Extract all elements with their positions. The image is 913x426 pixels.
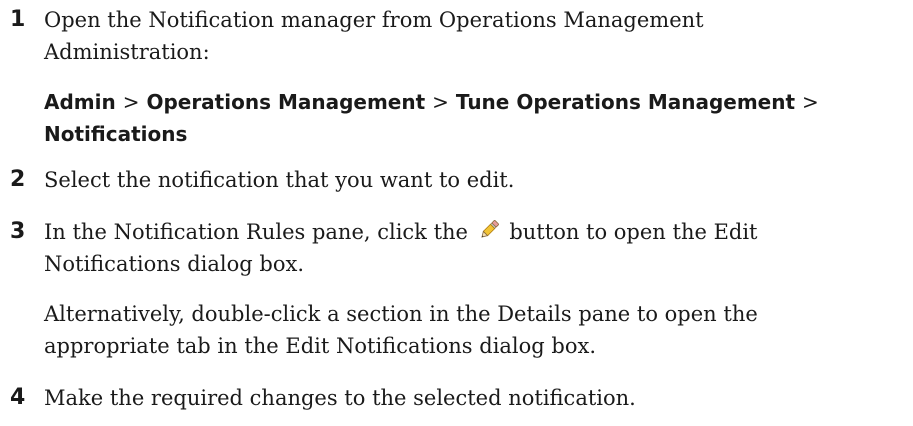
procedure-document: 1 Open the Notification manager from Ope… [0, 0, 913, 426]
step-text-line: Administration: [44, 40, 210, 64]
step-text: Open the Notification manager from Opera… [44, 4, 864, 68]
menu-path-separator: > [122, 90, 140, 114]
step-text: In the Notification Rules pane, click th… [44, 216, 864, 280]
paragraph-line: Alternatively, double-click a section in… [44, 302, 758, 326]
step-text: Select the notification that you want to… [44, 168, 515, 192]
menu-path-separator: > [802, 90, 819, 114]
step-text-before-icon: In the Notification Rules pane, click th… [44, 220, 468, 244]
step-number: 3 [10, 219, 26, 244]
menu-path-item-tune-operations-management: Tune Operations Management [455, 90, 796, 114]
step-number: 4 [10, 385, 26, 410]
menu-path-item-operations-management: Operations Management [146, 90, 426, 114]
paragraph-line: appropriate tab in the Edit Notification… [44, 334, 597, 358]
pencil-edit-icon [481, 220, 499, 238]
menu-path: Admin > Operations Management > Tune Ope… [44, 86, 874, 150]
step-text-line: Notifications dialog box. [44, 252, 304, 276]
step-number: 2 [10, 167, 26, 192]
step-text-line: Open the Notification manager from Opera… [44, 8, 704, 32]
step-number: 1 [10, 7, 26, 32]
step-text: Make the required changes to the selecte… [44, 386, 636, 410]
menu-path-separator: > [432, 90, 449, 114]
step-3-alternative-paragraph: Alternatively, double-click a section in… [44, 298, 864, 362]
menu-path-item-admin: Admin [44, 90, 116, 114]
step-text-after-icon: button to open the Edit [509, 220, 758, 244]
menu-path-item-notifications: Notifications [44, 122, 188, 146]
